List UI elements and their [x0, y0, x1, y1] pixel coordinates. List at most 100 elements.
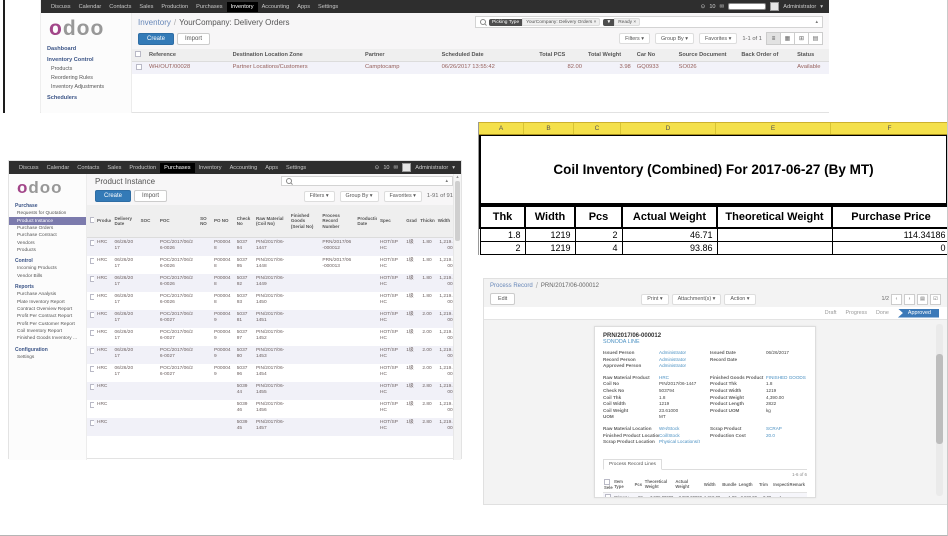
import-button[interactable]: Import: [177, 33, 210, 45]
sidebar-item-purchase-orders[interactable]: Purchase Orders: [9, 225, 86, 232]
sidebar-item-products[interactable]: Products: [41, 64, 131, 73]
menu-item-c[interactable]: C: [574, 123, 621, 134]
column-header[interactable]: Actual Weight: [622, 206, 717, 228]
menu-item-settings[interactable]: Settings: [314, 2, 342, 12]
menu-item-production[interactable]: Production: [157, 2, 192, 12]
field-value-scrap-product-location[interactable]: Physical Locations/Scrap: [659, 439, 700, 444]
announcement-icon[interactable]: ✉: [394, 165, 399, 171]
column-header[interactable]: Width: [703, 478, 721, 493]
sidebar-item-purchase-contract[interactable]: Purchase Contract: [9, 232, 86, 239]
form-view-icon[interactable]: ☑: [930, 294, 941, 305]
next-record-icon[interactable]: ›: [904, 294, 915, 305]
menu-item-calendar[interactable]: Calendar: [75, 2, 106, 12]
favorites-button[interactable]: Favorites ▾: [384, 191, 422, 202]
sidebar-item-incoming-products[interactable]: Incoming Products: [9, 265, 86, 272]
list-view-icon[interactable]: ≡: [766, 32, 781, 45]
sidebar-item-control[interactable]: Control: [9, 256, 86, 265]
menu-item-purchases[interactable]: Purchases: [192, 2, 226, 12]
column-header[interactable]: Length: [738, 478, 758, 493]
list-view-icon[interactable]: ▤: [917, 294, 928, 305]
column-header[interactable]: Process Record Number: [319, 205, 354, 238]
sidebar-item-configuration[interactable]: Configuration: [9, 345, 86, 354]
column-header[interactable]: Total Weight: [585, 49, 634, 62]
search-facet-picking-type[interactable]: Picking Type YourCompany: Delivery Order…: [489, 18, 600, 26]
action-button[interactable]: Action ▾: [724, 294, 755, 305]
sidebar-item-finished-goods-inventory-[interactable]: Finished Goods Inventory ...: [9, 335, 86, 342]
status-progress[interactable]: Progress: [845, 310, 867, 316]
edit-button[interactable]: Edit: [490, 293, 515, 305]
column-header[interactable]: Pcs: [634, 478, 644, 493]
table-row[interactable]: HRC503946PIN/2017/06-1456HOT/SPHC1级2.801…: [87, 400, 461, 418]
menu-item-a[interactable]: A: [479, 123, 524, 134]
status-approved[interactable]: Approved: [898, 309, 939, 318]
column-header[interactable]: Actual Weight: [674, 478, 703, 493]
messages-icon[interactable]: ⊙: [375, 165, 380, 171]
search-input[interactable]: ▴: [281, 176, 453, 186]
table-row[interactable]: HRC503944PIN/2017/06-1455HOT/SPHC1级2.801…: [87, 382, 461, 400]
column-header[interactable]: Theoretical Weight: [717, 206, 832, 228]
column-header[interactable]: Reference: [146, 49, 230, 62]
column-header[interactable]: Status: [794, 49, 829, 62]
menu-item-inventory[interactable]: Inventory: [227, 2, 258, 12]
group-by-button[interactable]: Group By ▾: [340, 191, 379, 202]
record-subtitle-link[interactable]: SONODA LINE: [603, 339, 807, 345]
favorites-button[interactable]: Favorites ▾: [699, 33, 737, 44]
column-header[interactable]: Pcs: [575, 206, 622, 228]
column-header[interactable]: Check No: [234, 205, 253, 238]
messages-icon[interactable]: ⊙: [701, 4, 706, 10]
column-header[interactable]: Grade: [403, 205, 417, 238]
column-header[interactable]: Width: [525, 206, 575, 228]
create-button[interactable]: Create: [138, 33, 174, 45]
column-header[interactable]: SO NO: [197, 205, 211, 238]
column-header[interactable]: [132, 49, 146, 62]
kanban-view-icon[interactable]: ▦: [780, 32, 795, 45]
column-header[interactable]: Bundle: [721, 478, 737, 493]
sidebar-item-schedulers[interactable]: Schedulers: [41, 93, 131, 102]
status-done[interactable]: Done: [876, 310, 889, 316]
import-button[interactable]: Import: [134, 190, 167, 202]
menu-item-purchases[interactable]: Purchases: [160, 163, 194, 173]
breadcrumb-section[interactable]: Process Record: [490, 283, 533, 289]
search-options-caret[interactable]: ▴: [815, 19, 818, 25]
sidebar-item-vendors[interactable]: Vendors: [9, 240, 86, 247]
table-row[interactable]: HRC06/26/2017POC/2017/06/26-0027P0000495…: [87, 310, 461, 328]
menu-item-sales[interactable]: Sales: [103, 163, 125, 173]
column-header[interactable]: Remark: [789, 478, 807, 493]
column-header[interactable]: Thk: [480, 206, 525, 228]
filters-button[interactable]: Filters ▾: [619, 33, 650, 44]
column-header[interactable]: POC: [157, 205, 197, 238]
column-header[interactable]: Finished Goods (Serial No): [288, 205, 319, 238]
menu-item-apps[interactable]: Apps: [293, 2, 314, 12]
field-value-issued-person[interactable]: Administrator: [659, 350, 700, 355]
menu-item-f[interactable]: F: [831, 123, 948, 134]
menu-item-discuss[interactable]: Discuss: [47, 2, 75, 12]
field-value-finished-product-location[interactable]: Coil/Stock: [659, 433, 700, 438]
field-value-record-person[interactable]: Administrator: [659, 357, 700, 362]
sidebar-item-inventory-adjustments[interactable]: Inventory Adjustments: [41, 82, 131, 91]
table-row[interactable]: HRC06/26/2017POC/2017/06/26-0026P0000485…: [87, 238, 461, 257]
menu-item-accounting[interactable]: Accounting: [226, 163, 262, 173]
menu-item-discuss[interactable]: Discuss: [15, 163, 43, 173]
print-button[interactable]: Print ▾: [641, 294, 668, 305]
scrollbar[interactable]: [936, 324, 943, 496]
menu-item-contacts[interactable]: Contacts: [105, 2, 135, 12]
scroll-up-icon[interactable]: ▲: [456, 174, 460, 180]
search-facet-ready[interactable]: ▼ Ready ×: [603, 18, 640, 26]
field-value-finished-goods-product[interactable]: FINISHED GOODS: [766, 375, 807, 380]
scroll-thumb[interactable]: [936, 354, 943, 444]
menu-item-sales[interactable]: Sales: [135, 2, 157, 12]
calendar-view-icon[interactable]: ⊞: [794, 32, 809, 45]
filters-button[interactable]: Filters ▾: [304, 191, 335, 202]
sidebar-item-profit-per-customer-report[interactable]: Profit Per Customer Report: [9, 321, 86, 328]
breadcrumb-section[interactable]: Inventory: [138, 18, 171, 27]
table-row[interactable]: HRC06/26/2017POC/2017/06/26-0026P0000485…: [87, 292, 461, 310]
column-header[interactable]: Car No: [634, 49, 676, 62]
group-by-button[interactable]: Group By ▾: [655, 33, 694, 44]
menu-item-apps[interactable]: Apps: [261, 163, 282, 173]
menu-item-b[interactable]: B: [524, 123, 574, 134]
pager[interactable]: 1-1 of 1: [742, 36, 762, 42]
sidebar-item-plate-inventory-report[interactable]: Plate Inventory Report: [9, 298, 86, 305]
column-header[interactable]: Raw Material (Coil No): [253, 205, 288, 238]
sidebar-item-vendor-bills[interactable]: Vendor Bills: [9, 273, 86, 280]
tab-process-record-lines[interactable]: Process Record Lines: [603, 459, 662, 470]
